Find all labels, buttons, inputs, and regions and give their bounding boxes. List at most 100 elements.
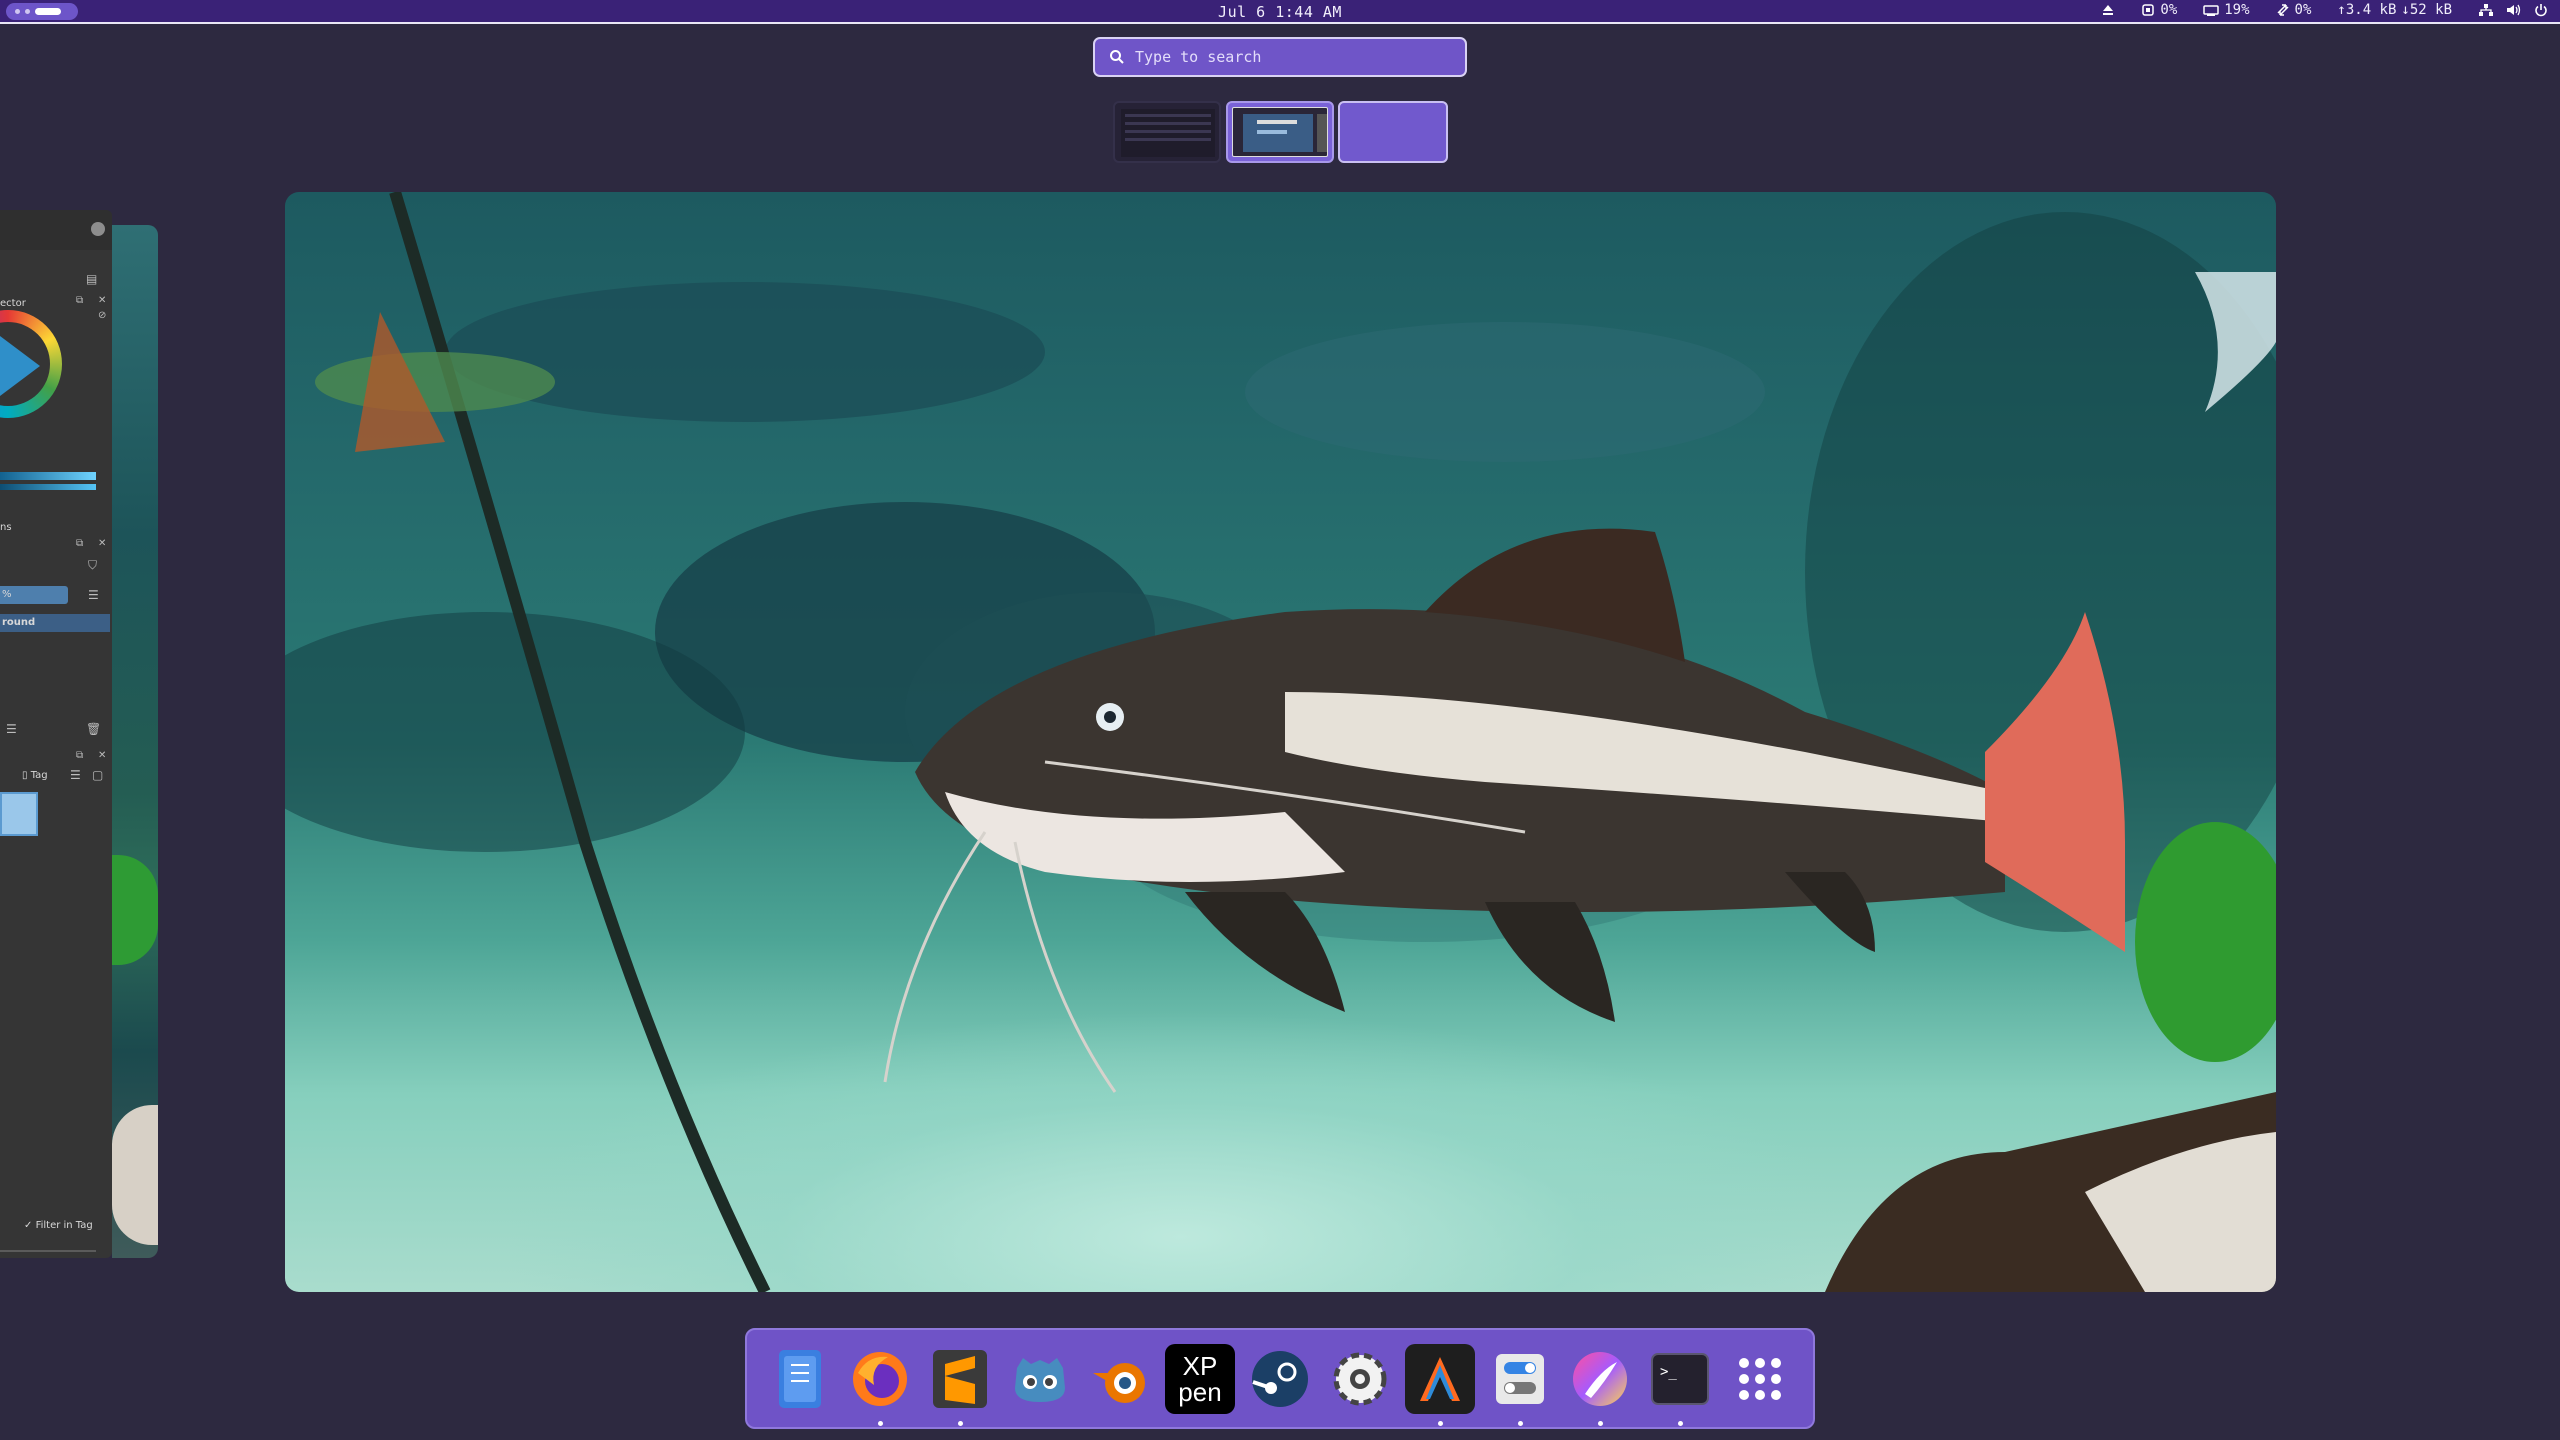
svg-text:pen: pen [1178,1377,1221,1407]
panel-layout-icon[interactable]: ▤ [86,272,97,286]
filter-in-tag-label: Filter in Tag [35,1220,93,1231]
dock-app-steam[interactable] [1245,1344,1315,1414]
dock-app-blender[interactable] [1085,1344,1155,1414]
krita-window-partial[interactable]: ▤ ector ⧉ ✕ ⊘ ns ⧉ ✕ ⛉ % ☰ round ☰ 🗑 ⧉ ✕… [0,210,112,1258]
workspace-thumbnail-2[interactable] [1226,101,1334,163]
float-panel-icon[interactable]: ⧉ [76,750,83,761]
workspace-thumbnail-3[interactable] [1338,101,1448,163]
xppen-icon: XP pen [1178,1351,1221,1407]
brush-preset-thumbnail[interactable] [0,792,38,836]
memory-icon [2203,5,2219,16]
app-grid-icon [1739,1357,1781,1400]
panel-title-layers: ns [0,522,12,533]
dock-app-firefox[interactable] [845,1344,915,1426]
download-speed: ↓52 kB [2401,2,2452,18]
status-icons[interactable] [2478,3,2548,17]
running-indicator [1598,1420,1603,1426]
opacity-field[interactable]: % [0,586,68,604]
files-icon [779,1349,821,1408]
dock-show-apps-button[interactable] [1725,1344,1795,1414]
menu-icon[interactable]: ☰ [88,588,99,602]
running-indicator [1518,1420,1523,1426]
color-slider-secondary[interactable] [0,484,96,490]
running-indicator [958,1420,963,1426]
swap-indicator[interactable]: 0% [2276,2,2312,18]
dock-app-terminal[interactable]: >_ [1645,1344,1715,1426]
filter-in-tag-checkbox[interactable]: ✓ Filter in Tag [24,1220,93,1231]
color-slider[interactable] [0,472,96,480]
running-indicator [1678,1420,1683,1426]
catfish-photo [285,192,2276,1292]
close-panel-icon[interactable]: ✕ [98,295,106,306]
active-workspace-pill [35,8,61,15]
search-bar[interactable] [1093,37,1467,77]
tag-label: Tag [30,770,48,781]
network-icon [2479,4,2493,16]
search-input[interactable] [1135,48,1435,66]
svg-text:>_: >_ [1660,1364,1677,1380]
eject-icon[interactable] [2101,3,2115,17]
dock-app-tweaks[interactable] [1485,1344,1555,1426]
system-tray: 0% 19% 0% ↑3.4 kB ↓52 kB [2101,2,2548,18]
dock-app-xppen[interactable]: XP pen [1165,1343,1235,1414]
power-icon [2535,4,2547,17]
view-menu-icon[interactable]: ☰ [70,768,81,782]
memory-indicator[interactable]: 19% [2203,2,2250,18]
float-panel-icon[interactable]: ⧉ [76,295,83,306]
reset-icon[interactable]: ⊘ [98,310,106,321]
tweaks-icon [1496,1353,1544,1404]
upload-speed: ↑3.4 kB [2337,2,2397,18]
sublime-icon [933,1349,987,1408]
list-menu-icon[interactable]: ☰ [6,722,17,736]
clock[interactable]: Jul 6 1:44 AM [1218,3,1342,21]
swap-value: 0% [2294,2,2312,18]
background-window-edge[interactable] [112,225,158,1258]
blender-icon [1093,1362,1145,1403]
workspace-dot [25,9,30,14]
running-indicator [1438,1420,1443,1426]
close-panel-icon[interactable]: ✕ [98,538,106,549]
dock-app-sublime[interactable] [925,1344,995,1426]
plant-shape [112,855,158,965]
settings-icon [1333,1352,1387,1405]
running-indicator [878,1420,883,1426]
workspace-preview [1232,107,1328,157]
cpu-icon [2142,4,2155,16]
layer-row-background[interactable]: round [0,614,110,632]
activities-button[interactable] [6,3,78,20]
dock: XP pen >_ [745,1328,1815,1429]
network-speed-indicator[interactable]: ↑3.4 kB ↓52 kB [2337,2,2452,18]
panel-title-selector: ector [0,298,26,309]
dock-app-settings[interactable] [1325,1344,1395,1414]
terminal-icon: >_ [1651,1352,1709,1405]
close-panel-icon[interactable]: ✕ [98,750,106,761]
image-viewer-window[interactable] [285,192,2276,1292]
trash-icon[interactable]: 🗑 [86,722,101,736]
dock-app-files[interactable] [765,1344,835,1414]
tag-selector[interactable]: ▯ Tag [22,770,48,781]
workspace-thumbnail-1[interactable] [1113,101,1221,163]
alacritty-icon [1420,1356,1460,1401]
swap-icon [2277,4,2289,16]
cpu-value: 0% [2160,2,2178,18]
memory-value: 19% [2224,2,2250,18]
dock-app-alacritty[interactable] [1405,1343,1475,1426]
zoom-slider[interactable] [0,1250,96,1252]
firefox-icon [853,1351,907,1406]
import-icon[interactable]: ▢ [92,768,103,782]
krita-icon [1573,1351,1627,1406]
godot-icon [1015,1357,1065,1402]
filter-icon[interactable]: ⛉ [88,558,97,573]
search-icon [1110,50,1124,64]
top-bar: Jul 6 1:44 AM 0% 19% 0% ↑3.4 kB ↓52 kB [0,0,2560,24]
cpu-indicator[interactable]: 0% [2141,2,2177,18]
color-triangle[interactable] [0,336,40,396]
workspace-preview [1121,109,1215,157]
workspace-dot [15,9,20,14]
volume-icon [2507,4,2521,16]
float-panel-icon[interactable]: ⧉ [76,538,83,549]
close-button[interactable] [91,222,105,236]
steam-icon [1252,1350,1308,1407]
dock-app-godot[interactable] [1005,1344,1075,1414]
dock-app-krita[interactable] [1565,1344,1635,1426]
